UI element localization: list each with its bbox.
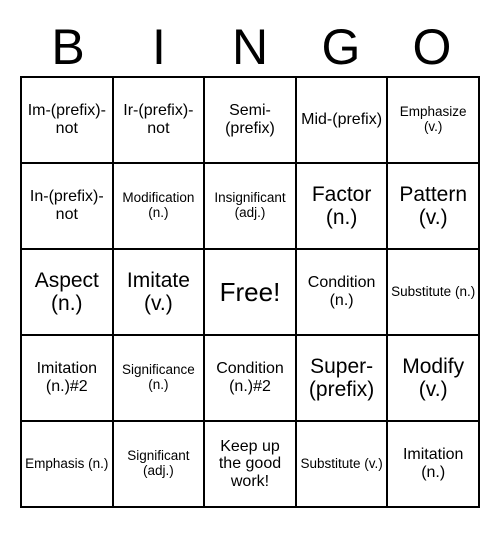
bingo-cell[interactable]: Significance (n.) — [114, 336, 206, 422]
bingo-cell[interactable]: Aspect (n.) — [22, 250, 114, 336]
bingo-cell[interactable]: Imitate (v.) — [114, 250, 206, 336]
bingo-cell[interactable]: Emphasize (v.) — [388, 78, 480, 164]
bingo-cell[interactable]: Im-(prefix)-not — [22, 78, 114, 164]
bingo-cell[interactable]: Pattern (v.) — [388, 164, 480, 250]
bingo-cell[interactable]: Super-(prefix) — [297, 336, 389, 422]
bingo-cell[interactable]: Substitute (v.) — [297, 422, 389, 508]
bingo-cell[interactable]: Emphasis (n.) — [22, 422, 114, 508]
bingo-cell[interactable]: Mid-(prefix) — [297, 78, 389, 164]
bingo-cell[interactable]: Factor (n.) — [297, 164, 389, 250]
bingo-cell[interactable]: Imitation (n.)#2 — [22, 336, 114, 422]
header-letter-g: G — [311, 22, 371, 72]
bingo-cell[interactable]: Modification (n.) — [114, 164, 206, 250]
bingo-cell[interactable]: Free! — [205, 250, 297, 336]
bingo-cell[interactable]: Semi-(prefix) — [205, 78, 297, 164]
bingo-cell[interactable]: Condition (n.) — [297, 250, 389, 336]
bingo-grid: Im-(prefix)-notIr-(prefix)-notSemi-(pref… — [20, 76, 480, 508]
bingo-header: B I N G O — [20, 22, 480, 76]
bingo-cell[interactable]: Substitute (n.) — [388, 250, 480, 336]
header-letter-b: B — [38, 22, 98, 72]
header-letter-i: I — [129, 22, 189, 72]
bingo-cell[interactable]: Keep up the good work! — [205, 422, 297, 508]
bingo-cell[interactable]: In-(prefix)-not — [22, 164, 114, 250]
header-letter-o: O — [402, 22, 462, 72]
bingo-card: B I N G O Im-(prefix)-notIr-(prefix)-not… — [20, 22, 480, 508]
bingo-cell[interactable]: Imitation (n.) — [388, 422, 480, 508]
bingo-cell[interactable]: Insignificant (adj.) — [205, 164, 297, 250]
bingo-cell[interactable]: Ir-(prefix)-not — [114, 78, 206, 164]
bingo-cell[interactable]: Condition (n.)#2 — [205, 336, 297, 422]
bingo-cell[interactable]: Significant (adj.) — [114, 422, 206, 508]
bingo-cell[interactable]: Modify (v.) — [388, 336, 480, 422]
header-letter-n: N — [220, 22, 280, 72]
